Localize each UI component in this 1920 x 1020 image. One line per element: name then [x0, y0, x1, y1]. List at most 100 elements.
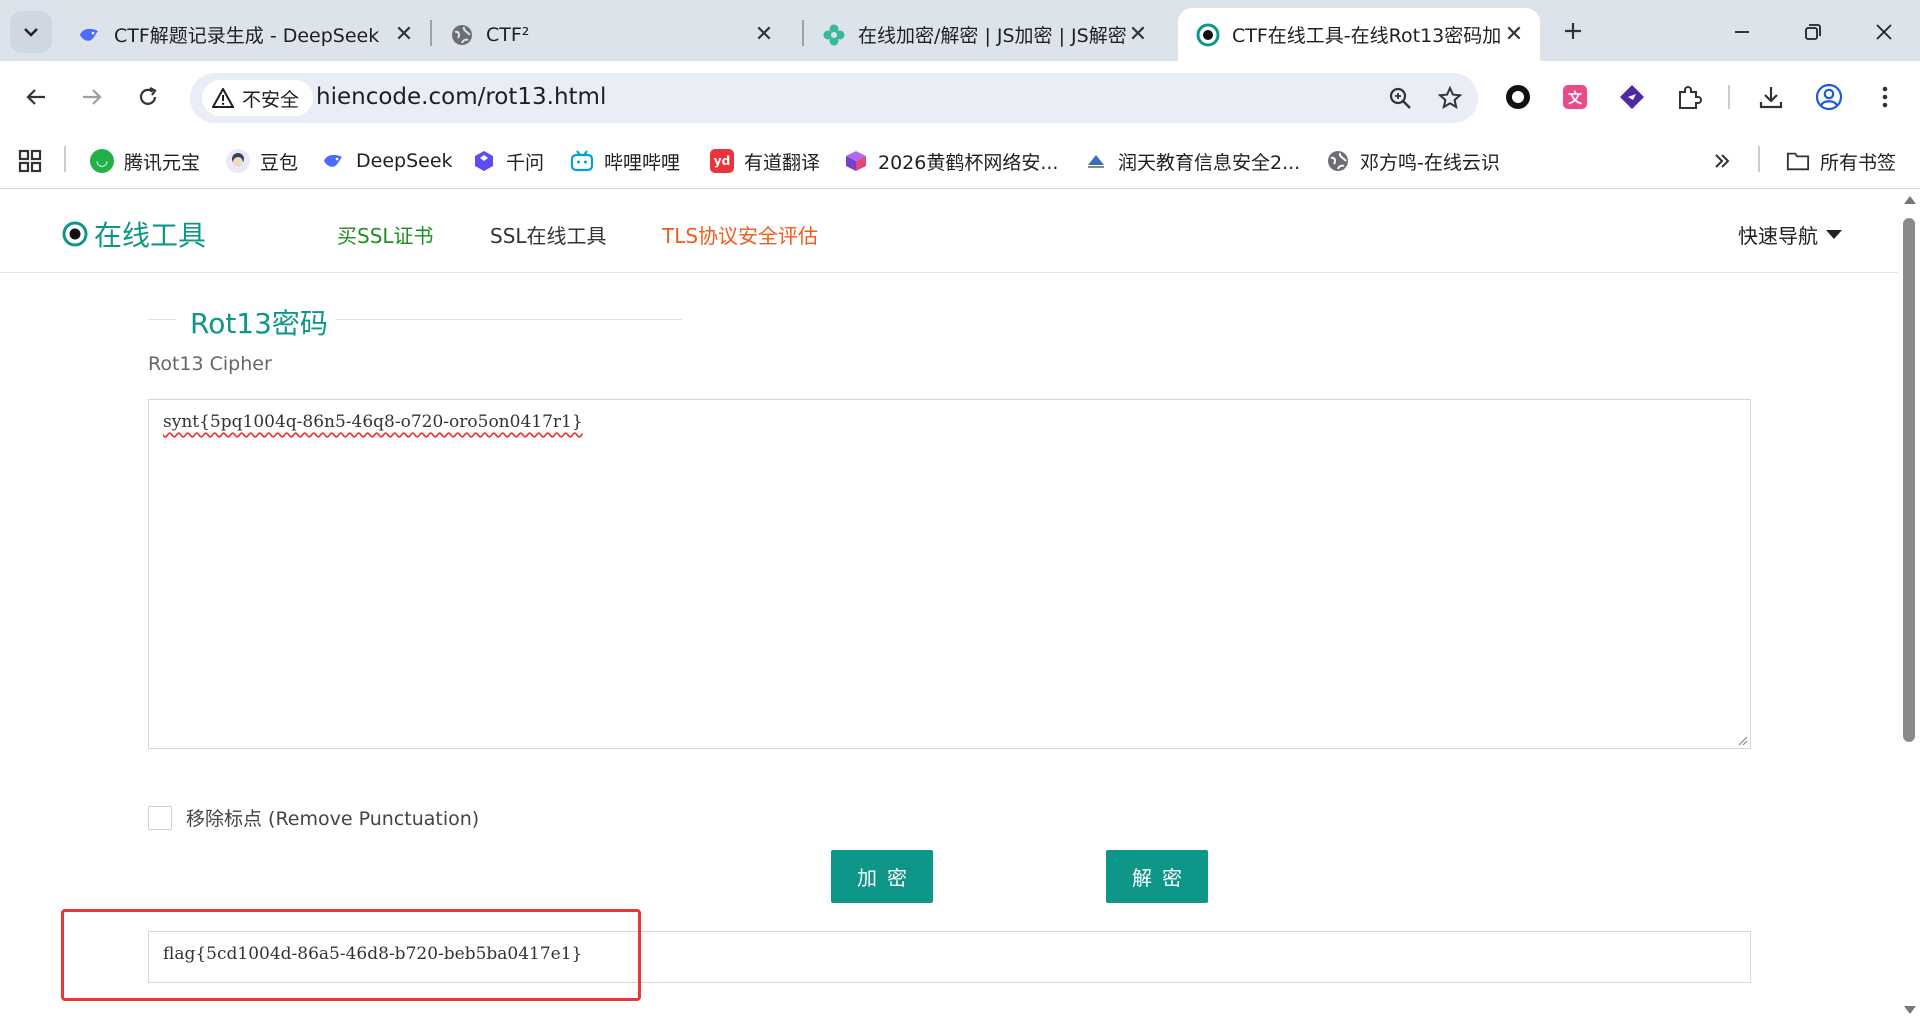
bookmarks-separator: [1758, 146, 1760, 172]
page-scrollbar[interactable]: [1898, 190, 1920, 1020]
tab-deepseek[interactable]: CTF解题记录生成 - DeepSeek ✕: [60, 8, 430, 61]
chevron-down-icon: [24, 28, 38, 37]
tab-title: CTF解题记录生成 - DeepSeek: [114, 25, 380, 47]
back-button[interactable]: [16, 77, 56, 117]
extensions-puzzle-icon[interactable]: [1669, 77, 1709, 117]
new-tab-button[interactable]: [1556, 14, 1590, 48]
close-tab-icon[interactable]: ✕: [392, 22, 416, 47]
toolbar-separator: [1728, 85, 1730, 109]
page-title: Rot13密码: [190, 307, 328, 340]
bookmark-dengfangming[interactable]: 邓方鸣-在线云识: [1326, 143, 1500, 179]
browser-toolbar: 不安全 hiencode.com/rot13.html 文: [0, 61, 1920, 133]
hiencode-logo-icon: [1196, 23, 1220, 47]
bookmark-label: DeepSeek: [356, 150, 453, 172]
quick-nav-dropdown[interactable]: 快速导航: [1738, 220, 1842, 249]
nav-tls-assessment[interactable]: TLS协议安全评估: [662, 220, 818, 249]
bookmark-star-icon[interactable]: [1434, 82, 1466, 114]
security-indicator[interactable]: 不安全: [202, 80, 314, 116]
plus-icon: [1565, 23, 1581, 39]
extension-circle-icon[interactable]: [1498, 77, 1538, 117]
more-bookmarks-button[interactable]: [1712, 143, 1732, 179]
nav-buy-ssl[interactable]: 买SSL证书: [337, 220, 434, 249]
tab-title: CTF²: [486, 23, 530, 46]
yuanbao-icon: ◡: [90, 149, 114, 173]
red-highlight-annotation: [61, 909, 641, 1001]
page-subtitle: Rot13 Cipher: [148, 353, 272, 375]
bookmark-doubao[interactable]: 豆包: [226, 143, 298, 179]
bilibili-icon: [570, 149, 594, 173]
tab-ctf2[interactable]: CTF² ✕: [432, 8, 790, 61]
qianwen-icon: [472, 149, 496, 173]
tab-strip: CTF解题记录生成 - DeepSeek ✕ CTF² ✕ 在线加密/解密 | …: [0, 0, 1920, 61]
tab-title: CTF在线工具-在线Rot13密码加: [1232, 25, 1502, 47]
close-icon: [1876, 24, 1892, 40]
bookmark-deepseek[interactable]: DeepSeek: [322, 143, 453, 179]
folder-icon: [1786, 149, 1810, 173]
translate-extension-icon[interactable]: 文: [1555, 77, 1595, 117]
scrollbar-thumb[interactable]: [1903, 218, 1915, 742]
close-tab-icon[interactable]: ✕: [752, 22, 776, 47]
bookmark-label: 有道翻译: [744, 151, 821, 174]
bookmark-label: 豆包: [260, 151, 299, 174]
url-text[interactable]: hiencode.com/rot13.html: [316, 84, 606, 110]
divider: [148, 319, 176, 320]
page-content: 在线工具 买SSL证书 SSL在线工具 TLS协议安全评估 快速导航 Rot13…: [0, 190, 1898, 1020]
bookmark-runtian[interactable]: 润天教育信息安全2...: [1084, 143, 1300, 179]
remove-punctuation-row[interactable]: 移除标点 (Remove Punctuation): [148, 804, 479, 831]
flower-icon: [822, 23, 846, 47]
decrypt-button[interactable]: 解密: [1106, 850, 1208, 903]
deepseek-whale-icon: [78, 23, 102, 47]
zoom-icon[interactable]: [1384, 82, 1416, 114]
encrypt-button[interactable]: 加密: [831, 850, 933, 903]
security-label: 不安全: [242, 88, 300, 111]
tab-search-button[interactable]: [10, 11, 52, 53]
site-header: 在线工具 买SSL证书 SSL在线工具 TLS协议安全评估 快速导航: [0, 190, 1898, 273]
apps-grid-button[interactable]: [18, 143, 42, 179]
bookmark-qianwen[interactable]: 千问: [472, 143, 544, 179]
double-chevron-right-icon: [1715, 154, 1730, 168]
close-tab-icon[interactable]: ✕: [1126, 22, 1150, 47]
bookmark-huanghebei[interactable]: 2026黄鹤杯网络安...: [844, 143, 1058, 179]
bookmark-label: 所有书签: [1820, 151, 1897, 174]
tab-js-encrypt[interactable]: 在线加密/解密 | JS加密 | JS解密 ✕: [804, 8, 1164, 61]
forward-button[interactable]: [72, 77, 112, 117]
profile-avatar-icon[interactable]: [1809, 77, 1849, 117]
bookmarks-separator: [64, 146, 66, 172]
back-arrow-icon: [26, 89, 45, 105]
runtian-icon: [1084, 149, 1108, 173]
bookmark-bilibili[interactable]: 哔哩哔哩: [570, 143, 680, 179]
downloads-icon[interactable]: [1751, 77, 1791, 117]
remove-punctuation-checkbox[interactable]: [148, 805, 172, 830]
all-bookmarks-folder[interactable]: 所有书签: [1786, 143, 1896, 179]
divider: [336, 319, 682, 320]
purple-diamond-extension-icon[interactable]: [1612, 77, 1652, 117]
reload-button[interactable]: [128, 77, 168, 117]
scroll-down-arrow-icon[interactable]: [1904, 1006, 1916, 1014]
tab-rot13-active[interactable]: CTF在线工具-在线Rot13密码加 ✕: [1178, 8, 1540, 61]
quick-nav-label: 快速导航: [1738, 224, 1818, 248]
bookmark-label: 2026黄鹤杯网络安...: [878, 151, 1059, 174]
cipher-input-textarea[interactable]: synt{5pq1004q-86n5-46q8-o720-oro5on0417r…: [148, 399, 1751, 749]
minimize-icon: [1735, 31, 1749, 33]
deepseek-whale-icon: [322, 149, 346, 173]
bookmark-yuanbao[interactable]: ◡ 腾讯元宝: [90, 143, 200, 179]
youdao-icon: yd: [710, 149, 734, 173]
apps-grid-icon: [18, 149, 42, 173]
restore-icon: [1805, 24, 1821, 40]
scroll-up-arrow-icon[interactable]: [1904, 196, 1916, 204]
logo-text: 在线工具: [94, 219, 207, 252]
site-logo[interactable]: 在线工具: [62, 214, 206, 254]
close-tab-icon[interactable]: ✕: [1502, 22, 1526, 47]
menu-kebab-icon[interactable]: [1865, 77, 1905, 117]
address-bar[interactable]: 不安全 hiencode.com/rot13.html: [190, 73, 1478, 123]
restore-button[interactable]: [1793, 12, 1833, 52]
section-header: Rot13密码: [148, 302, 682, 342]
bookmark-label: 润天教育信息安全2...: [1118, 151, 1301, 174]
minimize-button[interactable]: [1722, 12, 1762, 52]
globe-icon: [450, 23, 474, 47]
nav-ssl-tools[interactable]: SSL在线工具: [490, 220, 607, 249]
bookmark-youdao[interactable]: yd 有道翻译: [710, 143, 820, 179]
bookmark-label: 哔哩哔哩: [604, 151, 681, 174]
resize-grip-icon[interactable]: [1736, 734, 1748, 746]
close-window-button[interactable]: [1864, 12, 1904, 52]
